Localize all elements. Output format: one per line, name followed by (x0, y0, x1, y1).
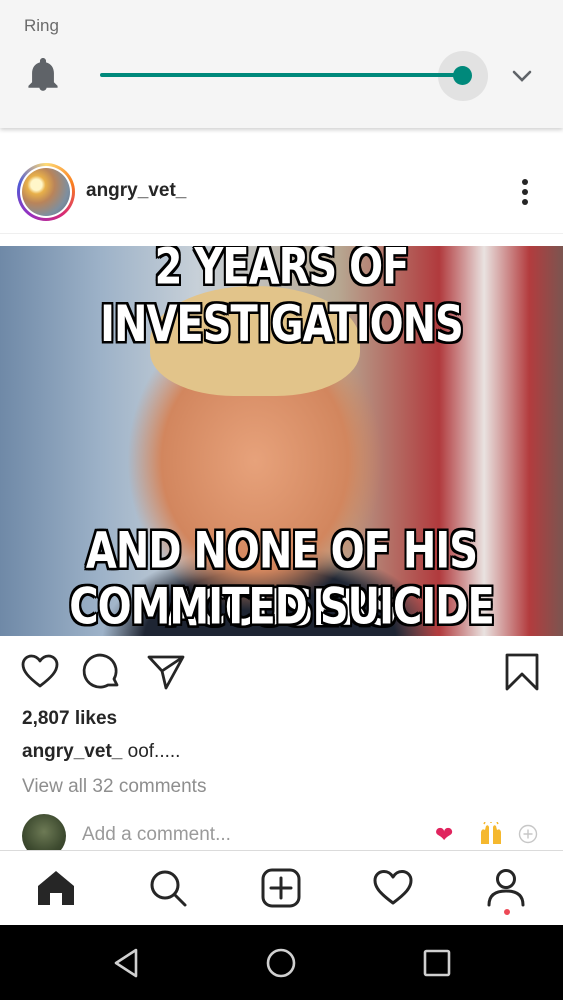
volume-panel: Ring (0, 0, 563, 128)
story-ring-avatar[interactable] (17, 163, 75, 221)
recents-icon[interactable] (419, 945, 455, 981)
system-nav-bar (0, 925, 563, 1000)
meme-top-text: 2 YEARS OF INVESTIGATIONS (100, 246, 464, 354)
post-image[interactable]: 2 YEARS OF INVESTIGATIONS AND NONE OF HI… (0, 246, 563, 636)
volume-slider-track[interactable] (100, 73, 462, 77)
add-comment-row: Add a comment... ❤ (0, 810, 563, 850)
share-send-icon[interactable] (146, 652, 186, 692)
post-action-bar (0, 648, 563, 696)
post-username[interactable]: angry_vet_ (86, 180, 186, 202)
more-options-icon[interactable] (512, 176, 538, 208)
search-icon[interactable] (147, 867, 189, 909)
profile-icon[interactable] (485, 867, 527, 909)
save-bookmark-icon[interactable] (502, 652, 542, 692)
my-avatar (22, 814, 66, 850)
heart-emoji[interactable]: ❤ (435, 822, 453, 848)
activity-heart-icon[interactable] (372, 867, 414, 909)
home-circle-icon[interactable] (263, 945, 299, 981)
raising-hands-emoji[interactable] (478, 822, 504, 846)
volume-slider-thumb[interactable] (453, 66, 472, 85)
volume-stream-label: Ring (24, 16, 59, 35)
bell-icon[interactable] (28, 58, 58, 92)
avatar (22, 168, 70, 216)
profile-notification-dot (504, 909, 510, 915)
view-all-comments-link[interactable]: View all 32 comments (22, 776, 206, 798)
meme-bottom-text-line2: COMMITED SUICIDE (69, 578, 495, 636)
comment-icon[interactable] (82, 652, 122, 692)
add-emoji-icon[interactable] (518, 824, 538, 844)
caption-username[interactable]: angry_vet_ (22, 741, 122, 762)
post-header: angry_vet_ (0, 150, 563, 234)
home-icon[interactable] (35, 867, 77, 909)
bottom-tab-bar (0, 850, 563, 925)
back-icon[interactable] (108, 945, 144, 981)
post-caption: angry_vet_ oof..... (22, 741, 180, 763)
likes-count[interactable]: 2,807 likes (22, 708, 117, 730)
create-post-icon[interactable] (260, 867, 302, 909)
add-comment-input[interactable]: Add a comment... (82, 824, 231, 846)
like-heart-icon[interactable] (20, 652, 60, 692)
caption-text: oof..... (122, 741, 181, 762)
chevron-down-icon[interactable] (511, 66, 533, 86)
